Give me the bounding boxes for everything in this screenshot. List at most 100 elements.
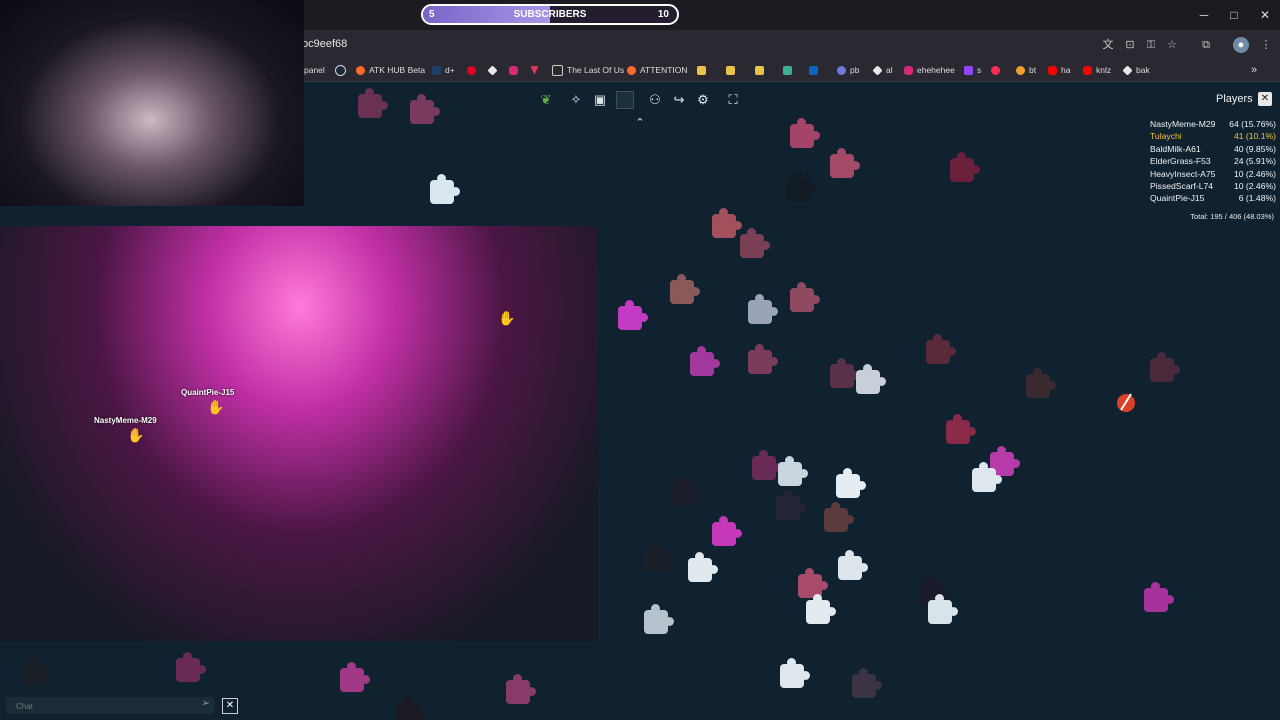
puzzle-piece[interactable] bbox=[972, 462, 1002, 492]
puzzle-piece[interactable] bbox=[618, 300, 648, 330]
puzzle-piece[interactable] bbox=[950, 152, 980, 182]
puzzle-piece[interactable] bbox=[946, 414, 976, 444]
puzzle-piece[interactable] bbox=[340, 662, 370, 692]
puzzle-piece[interactable] bbox=[752, 450, 782, 480]
puzzle-piece[interactable] bbox=[926, 334, 956, 364]
background-color-icon[interactable] bbox=[616, 91, 634, 109]
puzzle-piece[interactable] bbox=[776, 490, 806, 520]
bookmark-the-last-of-us[interactable]: The Last Of Us bbox=[552, 63, 624, 77]
maximize-button[interactable]: □ bbox=[1223, 6, 1245, 24]
bookmark-attention[interactable]: ATTENTION bbox=[627, 63, 688, 77]
bookmark-bt[interactable] bbox=[991, 63, 1000, 77]
bookmark-folder-4[interactable] bbox=[783, 63, 792, 77]
fullscreen-icon[interactable]: ⛶ bbox=[724, 91, 742, 109]
bookmark-folder-2[interactable] bbox=[726, 63, 735, 77]
bookmark-folder-3[interactable] bbox=[755, 63, 764, 77]
puzzle-piece[interactable] bbox=[1144, 582, 1174, 612]
puzzle-piece[interactable] bbox=[928, 594, 958, 624]
puzzle-piece[interactable] bbox=[672, 476, 702, 506]
bookmark-ehehehee[interactable]: ehehehee bbox=[904, 63, 955, 77]
image-preview-icon[interactable]: ▣ bbox=[591, 91, 609, 109]
player-row: QuaintPie-J15 6 (1.48%) bbox=[1150, 192, 1276, 204]
puzzle-piece[interactable] bbox=[410, 94, 440, 124]
player-score: 6 (1.48%) bbox=[1238, 193, 1276, 204]
profile-avatar-icon[interactable]: ● bbox=[1233, 37, 1249, 53]
puzzle-piece[interactable] bbox=[824, 502, 854, 532]
puzzle-piece[interactable] bbox=[856, 364, 886, 394]
bookmark-instagram[interactable] bbox=[509, 63, 518, 77]
collapse-toolbar-icon[interactable]: ⌃ bbox=[633, 116, 647, 130]
chat-close-button[interactable]: ✕ bbox=[222, 698, 238, 714]
translate-icon[interactable]: 文 bbox=[1100, 37, 1116, 53]
puzzle-piece[interactable] bbox=[1026, 368, 1056, 398]
bookmark-star-icon[interactable]: ☆ bbox=[1164, 37, 1180, 53]
bookmark-triangle[interactable] bbox=[530, 63, 539, 77]
bookmark-steam[interactable] bbox=[335, 63, 346, 77]
puzzle-piece[interactable] bbox=[830, 148, 860, 178]
share-icon[interactable]: ↪ bbox=[670, 91, 688, 109]
chat-input[interactable] bbox=[14, 698, 190, 715]
puzzle-piece[interactable] bbox=[790, 118, 820, 148]
puzzle-piece[interactable] bbox=[688, 552, 718, 582]
send-icon[interactable]: ➢ bbox=[202, 698, 210, 709]
close-window-button[interactable]: ✕ bbox=[1254, 6, 1276, 24]
bookmark-s[interactable]: s bbox=[964, 63, 981, 77]
puzzle-piece[interactable] bbox=[506, 674, 536, 704]
puzzle-piece[interactable] bbox=[836, 468, 866, 498]
puzzle-piece[interactable] bbox=[358, 88, 388, 118]
extensions-icon[interactable]: ⧉ bbox=[1198, 37, 1214, 53]
bookmark-label: bak bbox=[1136, 65, 1150, 75]
puzzle-piece[interactable] bbox=[396, 696, 426, 720]
puzzle-piece[interactable] bbox=[780, 658, 810, 688]
puzzle-piece[interactable] bbox=[790, 282, 820, 312]
puzzle-piece[interactable] bbox=[806, 594, 836, 624]
url-text[interactable]: oc9eef68 bbox=[302, 38, 347, 50]
puzzle-piece-icon[interactable]: ✧ bbox=[567, 91, 585, 109]
bookmarks-overflow-icon[interactable]: » bbox=[1251, 63, 1257, 77]
install-app-icon[interactable]: ⊡ bbox=[1122, 37, 1138, 53]
kebab-menu-icon[interactable]: ⋮ bbox=[1258, 37, 1274, 53]
puzzle-piece[interactable] bbox=[430, 174, 460, 204]
puzzle-piece[interactable] bbox=[830, 358, 860, 388]
puzzle-piece[interactable] bbox=[748, 344, 778, 374]
bookmark-pinterest[interactable] bbox=[467, 63, 476, 77]
player-score: 40 (9.85%) bbox=[1233, 143, 1276, 154]
puzzle-piece[interactable] bbox=[740, 228, 770, 258]
puzzle-piece[interactable] bbox=[712, 516, 742, 546]
puzzle-piece[interactable] bbox=[786, 171, 816, 201]
puzzle-piece[interactable] bbox=[690, 346, 720, 376]
bookmark-panel[interactable]: panel bbox=[304, 63, 325, 77]
puzzle-piece[interactable] bbox=[176, 652, 206, 682]
bookmark-label: ATTENTION bbox=[640, 65, 688, 75]
bookmark-al[interactable]: al bbox=[872, 63, 893, 77]
leaf-icon[interactable]: ❦ bbox=[537, 91, 555, 109]
bookmark-diamond[interactable] bbox=[487, 63, 498, 77]
bookmark-folder-1[interactable] bbox=[697, 63, 706, 77]
minimize-button[interactable]: ─ bbox=[1193, 6, 1215, 24]
bookmark-atk-hub[interactable]: ATK HUB Beta bbox=[356, 63, 425, 77]
bookmark-label: panel bbox=[304, 65, 325, 75]
puzzle-piece[interactable] bbox=[1150, 352, 1180, 382]
bookmark-linkedin[interactable] bbox=[809, 63, 818, 77]
bookmark-ha[interactable]: ha bbox=[1048, 63, 1070, 77]
players-panel-close-button[interactable]: ✕ bbox=[1258, 92, 1272, 106]
puzzle-piece[interactable] bbox=[670, 274, 700, 304]
puzzle-piece[interactable] bbox=[644, 542, 674, 572]
bookmark-bt-2[interactable]: bt bbox=[1016, 63, 1036, 77]
players-icon[interactable]: ⚇ bbox=[646, 91, 664, 109]
puzzle-piece[interactable] bbox=[838, 550, 868, 580]
bookmark-bak[interactable]: bak bbox=[1122, 63, 1150, 77]
bookmark-pb[interactable]: pb bbox=[837, 63, 859, 77]
puzzle-piece[interactable] bbox=[778, 456, 808, 486]
puzzle-piece[interactable] bbox=[852, 668, 882, 698]
puzzle-piece[interactable] bbox=[748, 294, 778, 324]
bookmark-d-plus[interactable]: d+ bbox=[432, 63, 455, 77]
bookmark-knlz[interactable]: knlz bbox=[1083, 63, 1111, 77]
puzzle-piece[interactable] bbox=[22, 656, 52, 686]
players-panel-title: Players bbox=[1216, 93, 1253, 105]
settings-icon[interactable]: ⚙ bbox=[694, 91, 712, 109]
password-key-icon[interactable]: ⚿ bbox=[1143, 37, 1159, 53]
puzzle-piece[interactable] bbox=[644, 604, 674, 634]
hand-cursor-icon: ✋ bbox=[207, 399, 225, 415]
puzzle-piece[interactable] bbox=[712, 208, 742, 238]
